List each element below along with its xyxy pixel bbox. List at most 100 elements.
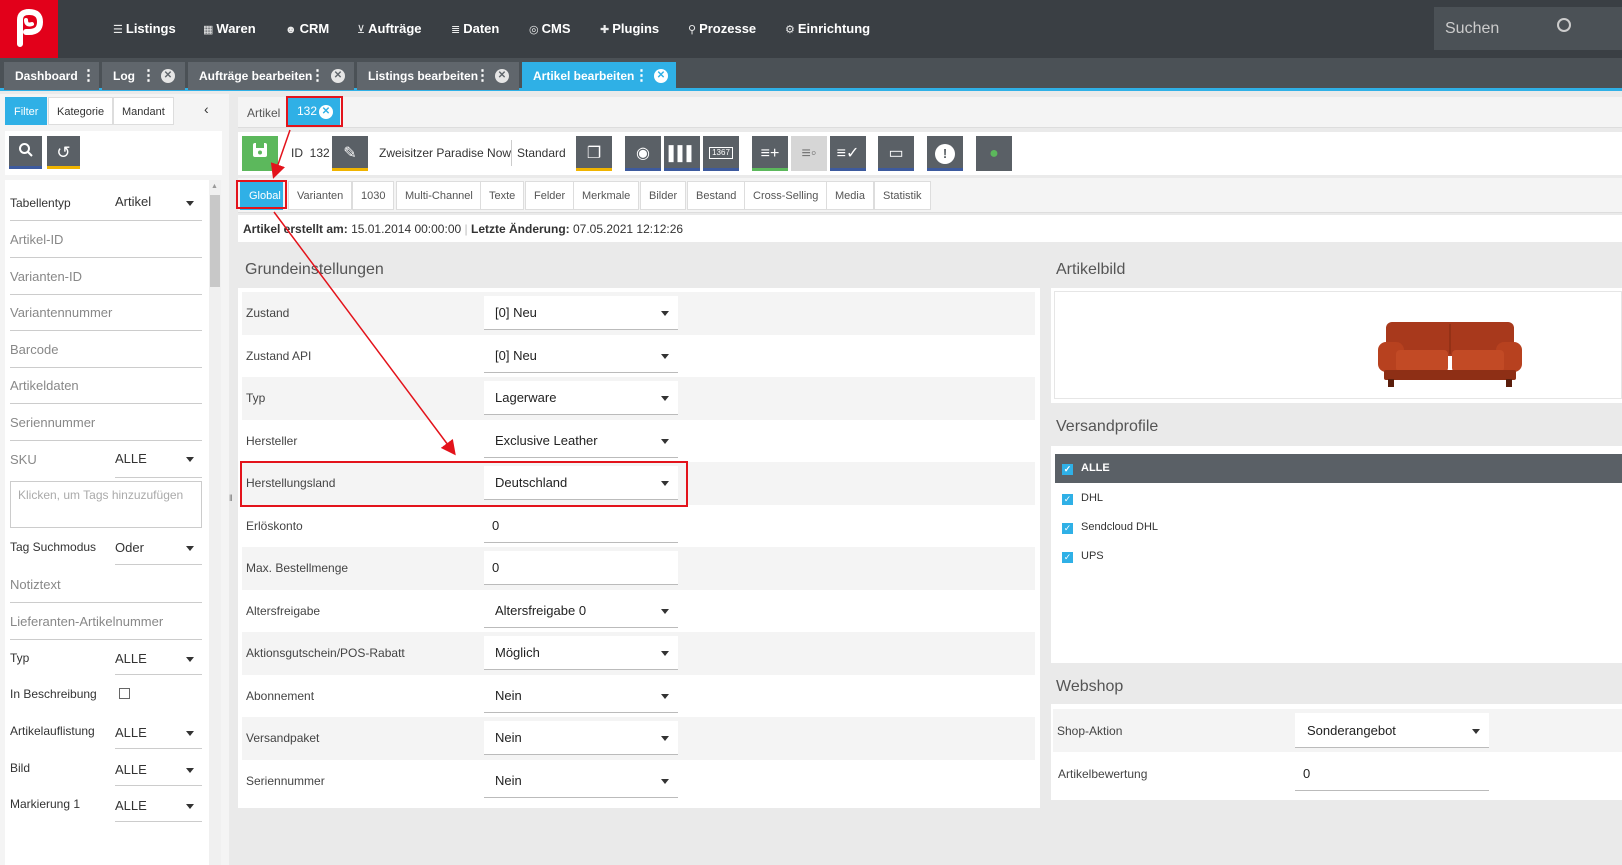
bild-select[interactable]: ALLE — [115, 762, 202, 786]
list-view-button[interactable]: ≡◦ — [791, 136, 827, 171]
typ-select[interactable]: Lagerware — [484, 381, 678, 415]
tab-listings-bearbeiten[interactable]: Listings bearbeiten ⋮ ✕ — [357, 62, 519, 90]
tab-mandant[interactable]: Mandant — [113, 97, 174, 125]
aktionsgutschein-select[interactable]: Möglich — [484, 636, 678, 670]
checkbox-checked-icon[interactable]: ✓ — [1062, 464, 1073, 475]
artikelauflistung-select[interactable]: ALLE — [115, 725, 202, 749]
varianten-id-input[interactable]: Varianten-ID — [10, 258, 202, 295]
subtab-media[interactable]: Media — [826, 181, 874, 210]
breadcrumb-artikel[interactable]: Artikel — [247, 106, 280, 120]
nav-cms[interactable]: ◎ CMS — [529, 0, 571, 58]
typ-select[interactable]: ALLE — [115, 651, 202, 675]
scrollbar-thumb[interactable] — [210, 195, 220, 287]
nav-crm[interactable]: ☻ CRM — [285, 0, 329, 58]
nav-plugins[interactable]: ✚ Plugins — [600, 0, 659, 58]
search-icon[interactable] — [1557, 18, 1571, 32]
erloeskonto-input[interactable]: 0 — [484, 509, 678, 543]
versandpaket-select[interactable]: Nein — [484, 721, 678, 755]
typ-label: Typ — [10, 651, 30, 665]
checkbox-checked-icon[interactable]: ✓ — [1062, 552, 1073, 563]
subtab-merkmale[interactable]: Merkmale — [573, 181, 640, 210]
preview-button[interactable]: ◉ — [625, 136, 661, 171]
nav-einrichtung[interactable]: ⚙ Einrichtung — [785, 0, 870, 58]
nav-waren[interactable]: ▦ Waren — [203, 0, 256, 58]
artikel-id-input[interactable]: Artikel-ID — [10, 221, 202, 258]
tab-filter[interactable]: Filter — [5, 97, 48, 125]
tags-input[interactable]: Klicken, um Tags hinzuzufügen — [10, 481, 202, 528]
resize-handle[interactable]: ‖ — [229, 493, 233, 503]
markierung-select[interactable]: ALLE — [115, 798, 202, 822]
tab-artikel-bearbeiten[interactable]: Artikel bearbeiten ⋮ ✕ — [522, 62, 676, 90]
hersteller-select[interactable]: Exclusive Leather — [484, 424, 678, 458]
collapse-sidebar-icon[interactable]: ‹ — [204, 101, 209, 117]
subtab-varianten[interactable]: Varianten — [288, 181, 353, 210]
subtab-statistik[interactable]: Statistik — [874, 181, 931, 210]
search-input[interactable]: Suchen — [1434, 7, 1622, 50]
subtab-cross-selling[interactable]: Cross-Selling — [744, 181, 828, 210]
more-icon[interactable]: ⋮ — [634, 62, 649, 90]
scroll-up-icon[interactable]: ▲ — [211, 183, 218, 190]
barcode-label-button[interactable]: 1367 — [703, 136, 739, 171]
plentymarkets-logo[interactable] — [0, 0, 58, 58]
edit-button[interactable]: ✎ — [332, 136, 368, 171]
copy-button[interactable]: ❐ — [576, 136, 612, 171]
zustand-select[interactable]: [0] Neu — [484, 296, 678, 330]
versandprofil-ups[interactable]: ✓ UPS — [1062, 550, 1104, 563]
artikelbewertung-input[interactable]: 0 — [1295, 756, 1489, 791]
more-icon[interactable]: ⋮ — [310, 62, 325, 90]
close-icon[interactable]: ✕ — [161, 69, 175, 83]
barcode-button[interactable]: ▌▌▌ — [664, 136, 700, 171]
alert-button[interactable]: ! — [927, 136, 963, 171]
versandprofil-sendcloud-dhl[interactable]: ✓ Sendcloud DHL — [1062, 521, 1158, 534]
seriennummer-select[interactable]: Nein — [484, 764, 678, 798]
sku-select[interactable]: ALLE — [115, 451, 202, 478]
subtab-1030[interactable]: 1030 — [352, 181, 395, 210]
subtab-felder[interactable]: Felder — [525, 181, 575, 210]
reset-button[interactable]: ↺ — [47, 136, 80, 169]
abonnement-select[interactable]: Nein — [484, 679, 678, 713]
user-button[interactable]: ● — [976, 136, 1012, 171]
nav-daten[interactable]: ≣ Daten — [451, 0, 499, 58]
tabellentyp-select[interactable]: Tabellentyp Artikel — [10, 184, 202, 221]
more-icon[interactable]: ⋮ — [141, 62, 156, 90]
webshop-preview-button[interactable]: ▭ — [878, 136, 914, 171]
versandprofil-dhl[interactable]: ✓ DHL — [1062, 492, 1103, 505]
more-icon[interactable]: ⋮ — [81, 62, 96, 90]
gear-icon: ⚙ — [785, 24, 795, 36]
altersfreigabe-select[interactable]: Altersfreigabe 0 — [484, 594, 678, 628]
subtab-multi-channel[interactable]: Multi-Channel — [396, 181, 482, 210]
versandprofil-alle[interactable]: ✓ ALLE — [1055, 454, 1622, 483]
subtab-bilder[interactable]: Bilder — [640, 181, 687, 210]
seriennummer-input[interactable]: Seriennummer — [10, 404, 202, 441]
tag-suchmodus-select[interactable]: Oder — [115, 540, 202, 565]
artikeldaten-input[interactable]: Artikeldaten — [10, 367, 202, 404]
tab-dashboard[interactable]: Dashboard ⋮ — [4, 62, 99, 90]
nav-prozesse[interactable]: ⚲ Prozesse — [688, 0, 756, 58]
close-icon[interactable]: ✕ — [331, 69, 345, 83]
sofa-image[interactable] — [1376, 316, 1524, 388]
tab-log[interactable]: Log ⋮ ✕ — [102, 62, 185, 90]
save-button[interactable] — [242, 136, 278, 171]
subtab-bestand[interactable]: Bestand — [687, 181, 746, 210]
in-beschreibung-checkbox[interactable] — [119, 688, 130, 699]
shop-aktion-select[interactable]: Sonderangebot — [1295, 713, 1489, 748]
tab-auftraege-bearbeiten[interactable]: Aufträge bearbeiten ⋮ ✕ — [188, 62, 354, 90]
add-to-list-button[interactable]: ≡+ — [752, 136, 788, 171]
notiztext-input[interactable]: Notiztext — [10, 566, 202, 603]
nav-auftraege[interactable]: ⊻ Aufträge — [357, 0, 422, 58]
search-button[interactable] — [9, 136, 42, 169]
variantennummer-input[interactable]: Variantennummer — [10, 294, 202, 331]
subtab-texte[interactable]: Texte — [480, 181, 525, 210]
max-bestellmenge-input[interactable]: 0 — [484, 551, 678, 585]
checkbox-checked-icon[interactable]: ✓ — [1062, 523, 1073, 534]
checkbox-checked-icon[interactable]: ✓ — [1062, 494, 1073, 505]
tab-kategorie[interactable]: Kategorie — [48, 97, 114, 125]
zustand-api-select[interactable]: [0] Neu — [484, 339, 678, 373]
barcode-input[interactable]: Barcode — [10, 331, 202, 368]
close-icon[interactable]: ✕ — [654, 69, 668, 83]
list-settings-button[interactable]: ≡✓ — [830, 136, 866, 171]
nav-listings[interactable]: ☰ Listings — [113, 0, 176, 58]
more-icon[interactable]: ⋮ — [475, 62, 490, 90]
close-icon[interactable]: ✕ — [495, 69, 509, 83]
lieferanten-artikelnummer-input[interactable]: Lieferanten-Artikelnummer — [10, 603, 202, 640]
